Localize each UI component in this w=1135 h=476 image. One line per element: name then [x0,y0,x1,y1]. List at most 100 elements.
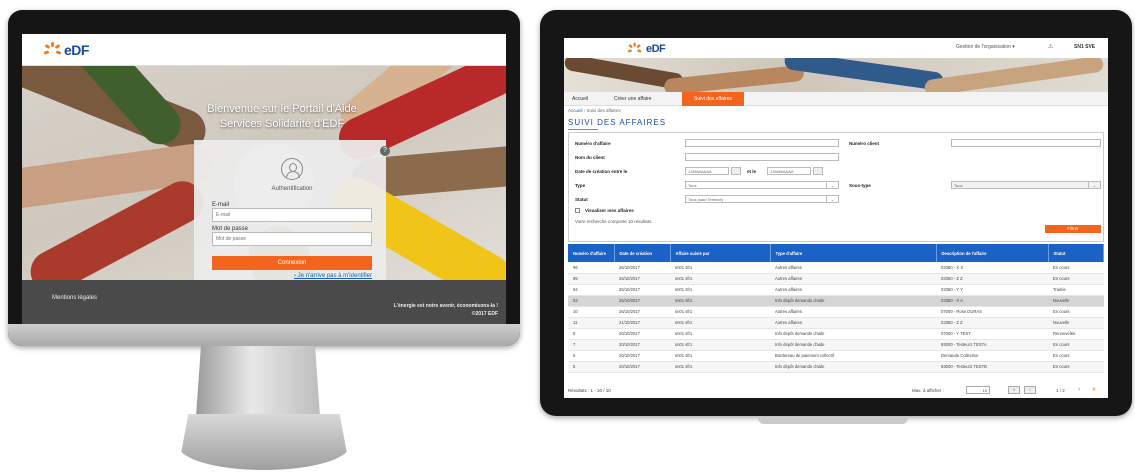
prev-page-button[interactable]: ‹ [1024,386,1036,394]
next-page-button[interactable]: › [1078,386,1080,393]
title-underline [568,129,598,130]
breadcrumb-separator: › [583,108,586,113]
laptop-base [758,418,908,424]
welcome-line-1: Bienvenue sur le Portail d'Aide [207,103,357,115]
forgot-credentials-link[interactable]: › Je n'arrive pas à m'identifier [212,273,372,279]
nav-case-tracking[interactable]: Suivi des affaires [682,92,744,106]
table-cell: sn01 sfr1 [670,295,770,307]
table-row[interactable]: 11 21/10/2017 sn01 sfr1 Autres affaires 0336… [568,317,1104,329]
desktop-monitor: eDF Bienvenue sur le Portail d'Aide Serv… [8,10,520,346]
my-cases-checkbox[interactable] [575,208,580,213]
legal-mentions-link[interactable]: Mentions légales [52,295,97,301]
client-number-label: Numéro client [849,141,880,146]
table-cell: 26/10/2017 [614,262,670,274]
table-row[interactable]: 94 26/10/2017 sn01 sfr1 Autres affaires 0336… [568,284,1104,296]
cases-table: Numéro d'affaire Date de création Affair… [568,244,1104,373]
col-case-number[interactable]: Numéro d'affaire [568,244,615,262]
login-button[interactable]: Connexion [212,256,372,270]
password-field[interactable] [212,232,372,246]
table-cell: sn01 sfr1 [670,273,770,285]
table-cell: 20/10/2017 [614,339,670,351]
table-cell: 92 [568,295,614,307]
table-cell: 8 [568,328,614,340]
table-row[interactable]: 7 20/10/2017 sn01 sfr1 Info dépôt demande d… [568,339,1104,351]
table-cell: 93000 - Testeur2 TESTB [936,361,1048,373]
welcome-line-2: Services Solidarité d'EDF [219,118,345,130]
client-number-input[interactable] [951,139,1101,147]
table-cell: Autres affaires [770,262,936,274]
table-row[interactable]: 8 20/10/2017 sn01 sfr1 Info dépôt demande d… [568,328,1104,340]
calendar-icon[interactable] [813,167,823,175]
table-row[interactable]: 5 20/10/2017 sn01 sfr1 Info dépôt demande d… [568,361,1104,373]
table-cell: 03360 - Y Y [936,284,1048,296]
table-cell: sn01 sfr1 [670,361,770,373]
table-cell: 20/10/2017 [614,328,670,340]
table-cell: En cours [1048,361,1104,373]
help-icon[interactable]: ? [380,146,390,156]
client-name-input[interactable] [685,153,839,161]
search-form: Numéro d'affaire Numéro client Nom du cl… [568,132,1104,242]
table-cell: 03360 - X A [936,295,1048,307]
calendar-icon[interactable] [731,167,741,175]
table-row[interactable]: 6 20/10/2017 sn01 sfr1 Bordereau de paiemen… [568,350,1104,362]
alert-icon[interactable]: ⚠ [1048,43,1053,50]
nav-create-case[interactable]: Créer une affaire [608,92,657,106]
copyright-text: ©2017 EDF [471,311,498,317]
case-number-input[interactable] [685,139,839,147]
table-cell: 03360 - Z Z [936,317,1048,329]
filter-button[interactable]: Filtrer [1045,225,1101,233]
type-select[interactable]: Tous ⌄ [685,181,839,189]
table-cell: sn01 sfr1 [670,339,770,351]
edf-rays-icon [627,42,642,56]
table-cell: Traitée [1048,284,1104,296]
chevron-down-icon: ⌄ [1088,182,1100,189]
user-avatar-icon [281,158,303,180]
date-to-input[interactable]: JJ/MM/AAAA [767,167,811,175]
page-title: SUIVI DES AFFAIRES [568,118,667,127]
max-display-label: Max. à afficher : [912,388,944,393]
breadcrumb: Accueil › Suivi des affaires [568,108,621,113]
table-cell: Demande Collective [936,350,1048,362]
login-footer: Mentions légales L'énergie est notre ave… [22,280,506,324]
login-hero-image: Bienvenue sur le Portail d'Aide Services… [22,66,506,280]
nav-home[interactable]: Accueil [566,92,594,106]
table-cell: 93000 - Testeur1 TESTA [936,339,1048,351]
col-case-type[interactable]: Type d'affaire [770,244,937,262]
email-field[interactable] [212,208,372,222]
col-status[interactable]: Statut [1048,244,1104,262]
date-and-label: et le [747,169,757,174]
chevron-down-icon: ⌄ [826,196,838,203]
table-cell: Info dépôt demande d'aide [770,339,936,351]
col-creation-date[interactable]: Date de création [614,244,671,262]
table-row[interactable]: 92 26/10/2017 sn01 sfr1 Info dépôt demande … [568,295,1104,307]
table-cell: 26/10/2017 [614,273,670,285]
table-row[interactable]: 96 26/10/2017 sn01 sfr1 Autres affaires 0336… [568,262,1104,274]
user-name[interactable]: SN1 SVE [1074,44,1095,50]
table-cell: sn01 sfr1 [670,317,770,329]
col-followed-by[interactable]: Affaire suivie par [670,244,771,262]
last-page-button[interactable]: » [1092,386,1096,393]
table-cell: 03360 - Z Z [936,273,1048,285]
col-description[interactable]: Description de l'affaire [936,244,1049,262]
case-number-label: Numéro d'affaire [575,141,611,146]
breadcrumb-home[interactable]: Accueil [568,108,583,113]
table-row[interactable]: 10 26/10/2017 sn01 sfr1 Autres affaires 0700… [568,306,1104,318]
date-from-input[interactable]: JJ/MM/AAAA [685,167,729,175]
status-select[interactable]: Tous (sauf Terminé) ⌄ [685,195,839,203]
table-cell: 07000 - Rose DURAS [936,306,1048,318]
max-display-input[interactable]: 10 [966,386,990,394]
table-cell: Info dépôt demande d'aide [770,361,936,373]
monitor-chin [8,324,520,346]
table-cell: En cours [1048,350,1104,362]
table-cell: En cours [1048,339,1104,351]
table-row[interactable]: 95 26/10/2017 sn01 sfr1 Autres affaires 0336… [568,273,1104,285]
table-cell: sn01 sfr1 [670,284,770,296]
first-page-button[interactable]: « [1008,386,1020,394]
table-cell: 11 [568,317,614,329]
welcome-title: Bienvenue sur le Portail d'Aide Services… [192,102,372,132]
table-cell: 07000 - Y TEST [936,328,1048,340]
table-cell: 6 [568,350,614,362]
org-management-menu[interactable]: Gestion de l'organisation ▾ [956,44,1015,50]
subtype-select[interactable]: Tous ⌄ [951,181,1101,189]
table-cell: sn01 sfr1 [670,328,770,340]
